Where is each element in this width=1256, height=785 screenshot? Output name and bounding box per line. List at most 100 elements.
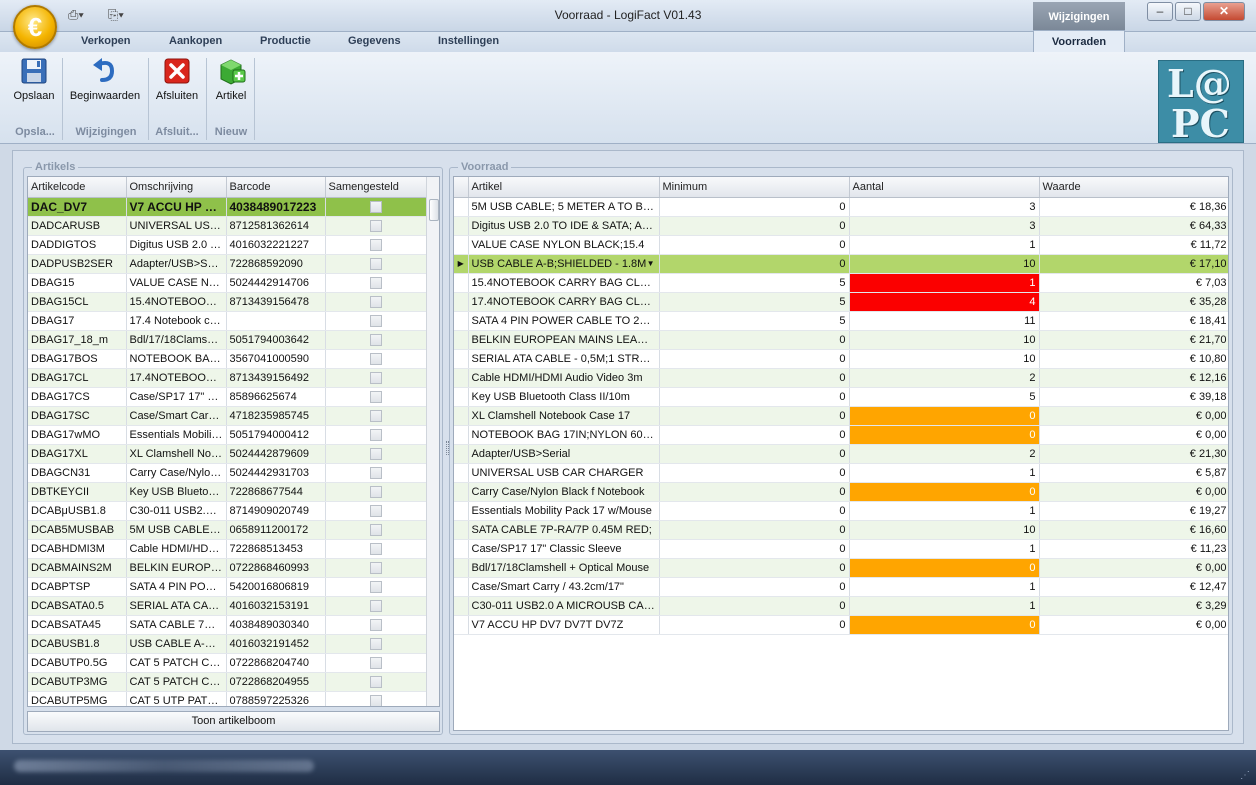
samengesteld-checkbox[interactable] [369, 466, 382, 479]
samengesteld-checkbox[interactable] [369, 523, 382, 536]
artikel-cell[interactable]: Case/Smart Carry / 43.2cm/17" [468, 577, 660, 597]
artikel-cell[interactable]: V7 ACCU HP DV7 DV7T DV7Z [468, 615, 660, 635]
table-row[interactable]: DCABμUSB1.8C30-011 USB2.0 A MICROUSB CAB… [28, 501, 427, 521]
table-row[interactable]: C30-011 USB2.0 A MICROUSB CABLE 0 1 € 3,29 [454, 596, 1228, 616]
artikel-cell[interactable]: VALUE CASE NYLON BLACK;15.4 [468, 235, 660, 255]
artikels-vertical-scrollbar[interactable] [426, 177, 439, 706]
table-row[interactable]: Key USB Bluetooth Class II/10m 0 5 € 39,18 [454, 387, 1228, 407]
samengesteld-checkbox[interactable] [369, 295, 382, 308]
table-row[interactable]: Bdl/17/18Clamshell + Optical Mouse 0 0 € 0,… [454, 558, 1228, 578]
samengesteld-checkbox[interactable] [369, 561, 382, 574]
samengesteld-checkbox[interactable] [369, 409, 382, 422]
column-header-barcode[interactable]: Barcode [226, 177, 326, 198]
samengesteld-checkbox[interactable] [369, 238, 382, 251]
artikel-cell[interactable]: Key USB Bluetooth Class II/10m [468, 387, 660, 407]
column-header-artikelcode[interactable]: Artikelcode [28, 177, 127, 198]
table-row[interactable]: NOTEBOOK BAG 17IN;NYLON 600D 0 0 € 0,00 [454, 425, 1228, 445]
table-row[interactable]: DADPUSB2SER Adapter/USB>Serial 72286859209… [28, 254, 427, 274]
maximize-button[interactable]: □ [1175, 2, 1201, 21]
table-row[interactable]: DBAG15CL15.4NOTEBOOK CARRY BAG CLASSI871… [28, 292, 427, 312]
table-row[interactable]: Cable HDMI/HDMI Audio Video 3m 0 2 € 12,16 [454, 368, 1228, 388]
table-row[interactable]: DBAG17_18_mBdl/17/18Clamshell + Optical … [28, 330, 427, 350]
table-row[interactable]: ▶ USB CABLE A-B;SHIELDED - 1.8M ▼ 0 10 € 17,1… [454, 254, 1228, 274]
table-row[interactable]: SATA CABLE 7P-RA/7P 0.45M RED; 0 10 € 16,60 [454, 520, 1228, 540]
column-header-artikel[interactable]: Artikel [468, 177, 660, 198]
samengesteld-checkbox[interactable] [369, 447, 382, 460]
save-button[interactable]: Opslaan [12, 56, 56, 102]
table-row[interactable]: DADDIGTOSDigitus USB 2.0 TO IDE & SATA; … [28, 235, 427, 255]
artikel-cell[interactable]: Essentials Mobility Pack 17 w/Mouse [468, 501, 660, 521]
table-row[interactable]: SERIAL ATA CABLE - 0,5M;1 STRAIGHT 0 10 € 1… [454, 349, 1228, 369]
artikel-cell[interactable]: UNIVERSAL USB CAR CHARGER [468, 463, 660, 483]
samengesteld-checkbox[interactable] [369, 276, 382, 289]
samengesteld-checkbox[interactable] [369, 371, 382, 384]
table-row[interactable]: VALUE CASE NYLON BLACK;15.4 0 1 € 11,72 [454, 235, 1228, 255]
column-header-minimum[interactable]: Minimum [659, 177, 850, 198]
samengesteld-checkbox[interactable] [369, 637, 382, 650]
application-orb-button[interactable]: € [13, 5, 57, 49]
artikels-grid[interactable]: Artikelcode Omschrijving Barcode Samenge… [27, 176, 440, 707]
artikel-cell[interactable]: Carry Case/Nylon Black f Notebook [468, 482, 660, 502]
artikel-cell[interactable]: Case/SP17 17" Classic Sleeve [468, 539, 660, 559]
column-header-omschrijving[interactable]: Omschrijving [126, 177, 227, 198]
samengesteld-checkbox[interactable] [369, 257, 382, 270]
tab-instellingen[interactable]: Instellingen [438, 35, 499, 47]
table-row[interactable]: BELKIN EUROPEAN MAINS LEAD CBL 0 10 € 21,70 [454, 330, 1228, 350]
artikel-cell[interactable]: Digitus USB 2.0 TO IDE & SATA; Adapter [468, 216, 660, 236]
table-row[interactable]: DCABUTP3MGCAT 5 PATCH CABLE 3M GREY07228… [28, 672, 427, 692]
table-row[interactable]: V7 ACCU HP DV7 DV7T DV7Z 0 0 € 0,00 [454, 615, 1228, 635]
table-row[interactable]: DBAG17CL17.4NOTEBOOK CARRY BAG CLASSI871… [28, 368, 427, 388]
table-row[interactable]: DCABUTP0.5GCAT 5 PATCH CABLE 0.5M GREY07… [28, 653, 427, 673]
artikel-cell[interactable]: Adapter/USB>Serial [468, 444, 660, 464]
artikel-cell[interactable]: NOTEBOOK BAG 17IN;NYLON 600D [468, 425, 660, 445]
artikel-cell[interactable]: 17.4NOTEBOOK CARRY BAG CLASSI [468, 292, 660, 312]
table-row[interactable]: DCABSATA0.5SERIAL ATA CABLE - 0,5M;1 STR… [28, 596, 427, 616]
artikel-cell[interactable]: SATA CABLE 7P-RA/7P 0.45M RED; [468, 520, 660, 540]
beginwaarden-button[interactable]: Beginwaarden [68, 56, 142, 102]
table-row[interactable]: DAC_DV7V7 ACCU HP DV7 DV7T DV7Z403848901… [28, 197, 427, 217]
voorraad-grid[interactable]: Artikel Minimum Aantal Waarde 5M USB CAB… [453, 176, 1229, 731]
table-row[interactable]: DBAG17wMOEssentials Mobility Pack 17 w/M… [28, 425, 427, 445]
artikel-cell[interactable]: XL Clamshell Notebook Case 17 [468, 406, 660, 426]
column-header-waarde[interactable]: Waarde [1039, 177, 1228, 198]
table-row[interactable]: Adapter/USB>Serial 0 2 € 21,30 [454, 444, 1228, 464]
tab-aankopen[interactable]: Aankopen [169, 35, 222, 47]
close-window-button[interactable]: ✕ [1203, 2, 1245, 21]
samengesteld-checkbox[interactable] [369, 542, 382, 555]
table-row[interactable]: XL Clamshell Notebook Case 17 0 0 € 0,00 [454, 406, 1228, 426]
toon-artikelboom-button[interactable]: Toon artikelboom [27, 711, 440, 732]
table-row[interactable]: DCABUSB1.8USB CABLE A-B;SHIELDED - 1.8M4… [28, 634, 427, 654]
tab-gegevens[interactable]: Gegevens [348, 35, 401, 47]
tab-productie[interactable]: Productie [260, 35, 311, 47]
artikel-cell[interactable]: SERIAL ATA CABLE - 0,5M;1 STRAIGHT [468, 349, 660, 369]
table-row[interactable]: DBAG17XLXL Clamshell Notebook Case 17502… [28, 444, 427, 464]
table-row[interactable]: Case/SP17 17" Classic Sleeve 0 1 € 11,23 [454, 539, 1228, 559]
table-row[interactable]: DCABSATA45SATA CABLE 7P-RA/7P 0.45M RED4… [28, 615, 427, 635]
samengesteld-checkbox[interactable] [369, 656, 382, 669]
samengesteld-checkbox[interactable] [369, 694, 382, 706]
table-row[interactable]: 15.4NOTEBOOK CARRY BAG CLASSI 5 1 € 7,03 [454, 273, 1228, 293]
column-header-aantal[interactable]: Aantal [849, 177, 1040, 198]
table-row[interactable]: Case/Smart Carry / 43.2cm/17" 0 1 € 12,47 [454, 577, 1228, 597]
table-row[interactable]: DCABPTSPSATA 4 PIN POWER CABLE TO 2x SAT… [28, 577, 427, 597]
samengesteld-checkbox[interactable] [369, 618, 382, 631]
table-row[interactable]: DCABMAINS2MBELKIN EUROPEAN MAINS LEAD CB… [28, 558, 427, 578]
samengesteld-checkbox[interactable] [369, 352, 382, 365]
samengesteld-checkbox[interactable] [369, 675, 382, 688]
table-row[interactable]: Digitus USB 2.0 TO IDE & SATA; Adapter 0 3… [454, 216, 1228, 236]
tab-verkopen[interactable]: Verkopen [81, 35, 131, 47]
minimize-button[interactable]: – [1147, 2, 1173, 21]
artikel-cell[interactable]: 15.4NOTEBOOK CARRY BAG CLASSI [468, 273, 660, 293]
artikel-cell[interactable]: Bdl/17/18Clamshell + Optical Mouse [468, 558, 660, 578]
afsluiten-button[interactable]: Afsluiten [154, 56, 200, 102]
table-row[interactable]: DBAG15VALUE CASE NYLON BLACK;15.45024442… [28, 273, 427, 293]
table-row[interactable]: DADCARUSBUNIVERSAL USB CAR CHARGER871258… [28, 216, 427, 236]
table-row[interactable]: DBAGCN31Carry Case/Nylon Black f Noteboo… [28, 463, 427, 483]
table-row[interactable]: 17.4NOTEBOOK CARRY BAG CLASSI 5 4 € 35,28 [454, 292, 1228, 312]
table-row[interactable]: DCAB5MUSBAB5M USB CABLE; 5 METER A TO B … [28, 520, 427, 540]
samengesteld-checkbox[interactable] [369, 485, 382, 498]
artikel-cell[interactable]: SATA 4 PIN POWER CABLE TO 2x SATA [468, 311, 660, 331]
context-tab-wijzigingen[interactable]: Wijzigingen [1033, 2, 1125, 30]
artikel-button[interactable]: Artikel [212, 56, 250, 102]
artikel-cell[interactable]: 5M USB CABLE; 5 METER A TO B USB [468, 197, 660, 217]
